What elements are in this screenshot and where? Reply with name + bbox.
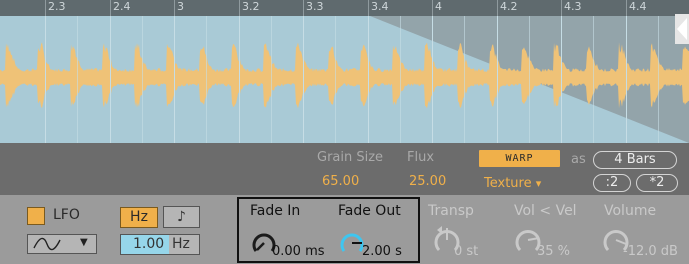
lfo-label: LFO: [53, 207, 80, 223]
flux-label: Flux: [407, 150, 435, 165]
fade-out-value: 2.00 s: [362, 244, 402, 259]
warp-mode-value: Texture: [484, 176, 532, 191]
grid-line: [626, 16, 627, 143]
chevron-down-icon: ▼: [80, 237, 88, 248]
grid-line: [142, 16, 143, 143]
grid-line: [529, 16, 530, 143]
grid-line: [77, 16, 78, 143]
lfo-rate-unit: Hz: [172, 236, 190, 252]
grain-size-label: Grain Size: [317, 150, 384, 165]
volume-label: Volume: [604, 203, 657, 219]
flux-value[interactable]: 25.00: [409, 174, 446, 189]
vol-vel-label: Vol < Vel: [514, 203, 577, 219]
lfo-shape-select[interactable]: ▼: [27, 234, 97, 254]
grid-line: [271, 16, 272, 143]
grid-line: [464, 16, 465, 143]
grain-size-value[interactable]: 65.00: [322, 174, 359, 189]
waveform-path: [0, 42, 689, 109]
note-sync-button[interactable]: ♪: [163, 206, 200, 228]
warp-button[interactable]: WARP: [479, 150, 560, 167]
lfo-rate-value: 1.00: [133, 236, 165, 252]
grid-line: [658, 16, 659, 143]
transp-value: 0 st: [454, 244, 479, 259]
transp-label: Transp: [428, 203, 474, 219]
triangle-left-icon: [677, 18, 687, 40]
grid-line: [400, 16, 401, 143]
grid-line: [174, 16, 175, 143]
halve-button[interactable]: :2: [593, 174, 631, 192]
grid-line: [110, 16, 111, 143]
as-label: as: [571, 152, 586, 167]
fade-in-value: 0.00 ms: [272, 244, 325, 259]
volume-value: -12.0 dB: [623, 244, 678, 259]
grid-line: [45, 16, 46, 143]
length-field[interactable]: 4 Bars: [593, 151, 677, 169]
lfo-toggle[interactable]: [27, 207, 45, 225]
grid-line: [206, 16, 207, 143]
fade-in-label: Fade In: [250, 203, 301, 219]
grid-line: [335, 16, 336, 143]
waveform-display[interactable]: 2.3 2.4 3 3.2 3.3 3.4 4 4.2 4.3 4.4: [0, 0, 689, 143]
chevron-down-icon: ▾: [535, 177, 542, 190]
grid-line: [593, 16, 594, 143]
warp-mode-select[interactable]: Texture ▾: [484, 176, 541, 191]
waveform: [0, 42, 689, 109]
hz-button[interactable]: Hz: [120, 207, 158, 228]
loop-end-marker[interactable]: [675, 14, 689, 44]
sine-wave-icon: [33, 237, 61, 251]
grid-line: [239, 16, 240, 143]
grid-line: [368, 16, 369, 143]
grid-line: [432, 16, 433, 143]
sampler-clip-view: 2.3 2.4 3 3.2 3.3 3.4 4 4.2 4.3 4.4 Grain Size 65…: [0, 0, 689, 264]
grid-line: [561, 16, 562, 143]
lfo-rate-field[interactable]: 1.00 Hz: [120, 234, 200, 255]
fade-out-label: Fade Out: [338, 203, 401, 219]
vol-vel-value: 35 %: [537, 244, 571, 259]
grid-line: [303, 16, 304, 143]
double-button[interactable]: *2: [636, 174, 678, 192]
grid-line: [497, 16, 498, 143]
